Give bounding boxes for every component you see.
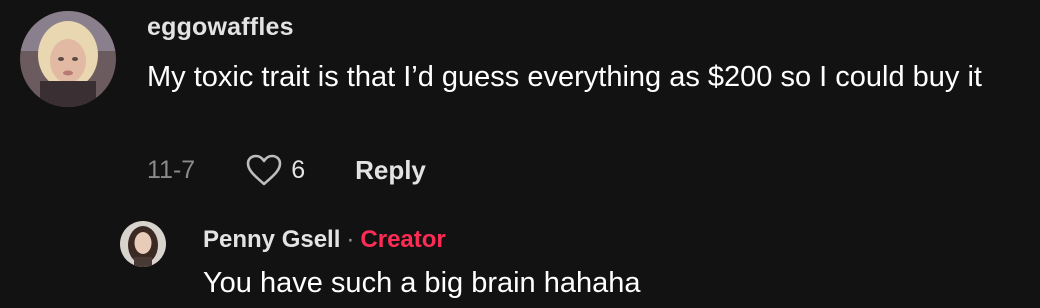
- creator-badge: Creator: [360, 226, 446, 253]
- avatar-image: [20, 11, 116, 107]
- reply-button[interactable]: Reply: [355, 155, 426, 186]
- reply-text: You have such a big brain hahaha: [203, 267, 641, 299]
- comment-actions: 11-7 6 Reply: [147, 150, 426, 190]
- heart-outline-icon: [246, 154, 282, 186]
- comment-text: My toxic trait is that I’d guess everyth…: [147, 61, 982, 93]
- like-count: 6: [291, 155, 306, 184]
- commenter-avatar[interactable]: [20, 11, 116, 107]
- creator-username[interactable]: Penny Gsell: [203, 226, 340, 253]
- commenter-username[interactable]: eggowaffles: [147, 13, 294, 42]
- separator-dot: ·: [346, 226, 355, 253]
- creator-avatar-image: [120, 221, 166, 267]
- like-button[interactable]: 6: [245, 153, 305, 187]
- comment-date: 11-7: [147, 155, 196, 184]
- reply-header: Penny Gsell · Creator: [203, 226, 446, 254]
- creator-avatar[interactable]: [120, 221, 166, 267]
